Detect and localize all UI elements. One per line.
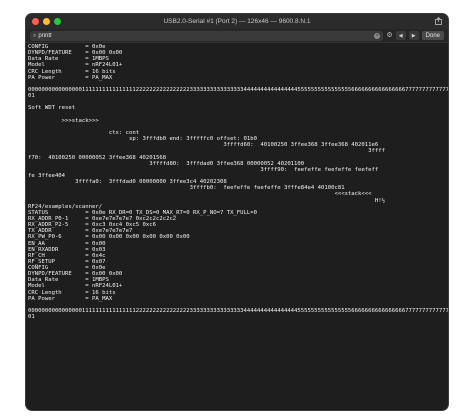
search-field[interactable]: ⌕ × (30, 30, 384, 41)
done-button[interactable]: Done (421, 31, 444, 40)
magnifier-icon: ⌕ (33, 32, 37, 39)
find-bar: ⌕ × ⚙ ◀ ▶ Done (26, 29, 448, 43)
console-line: H!½ (28, 197, 385, 204)
title-bar[interactable]: USB2.0-Serial #1 (Port 2) — 126x46 — 960… (26, 14, 448, 29)
console-line: 01 (28, 314, 35, 321)
console-line: 3ffff (28, 148, 385, 155)
window-title: USB2.0-Serial #1 (Port 2) — 126x46 — 960… (163, 18, 311, 25)
find-previous-button[interactable]: ◀ (395, 31, 406, 40)
console-line: 0000000000000000111111111111111122222222… (28, 86, 448, 93)
gear-icon[interactable]: ⚙ (386, 32, 392, 39)
console-line: 0000000000000000111111111111111122222222… (28, 308, 448, 315)
find-next-button[interactable]: ▶ (408, 31, 419, 40)
terminal-output[interactable]: CONFIG = 0x0e DYNPD/FEATURE = 0x00 0x00 Da… (26, 43, 448, 410)
minimize-window-button[interactable] (43, 18, 50, 25)
clear-icon[interactable]: × (374, 32, 381, 39)
share-icon[interactable] (435, 17, 442, 25)
zoom-window-button[interactable] (54, 18, 61, 25)
search-input[interactable] (38, 31, 373, 40)
close-window-button[interactable] (32, 18, 39, 25)
window-controls (32, 18, 61, 25)
terminal-window: USB2.0-Serial #1 (Port 2) — 126x46 — 960… (26, 14, 448, 410)
